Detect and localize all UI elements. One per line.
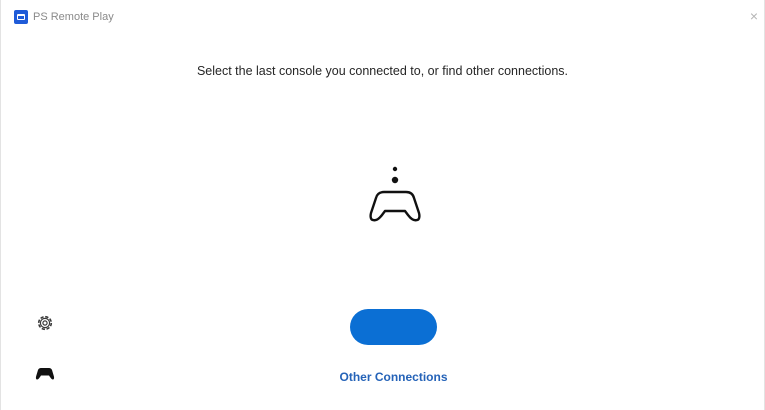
settings-button[interactable] bbox=[34, 312, 58, 336]
other-connections-link[interactable]: Other Connections bbox=[1, 370, 765, 384]
ps-remote-play-app-icon bbox=[14, 10, 28, 24]
window-title: PS Remote Play bbox=[33, 11, 114, 23]
instructions-text: Select the last console you connected to… bbox=[196, 64, 569, 78]
app-window: PS Remote Play × Select the last console… bbox=[0, 0, 765, 410]
connect-console-button[interactable] bbox=[350, 309, 437, 345]
close-button[interactable]: × bbox=[744, 6, 764, 26]
console-search-icon bbox=[369, 166, 421, 222]
gear-icon bbox=[37, 315, 53, 331]
title-bar: PS Remote Play × bbox=[1, 0, 764, 32]
